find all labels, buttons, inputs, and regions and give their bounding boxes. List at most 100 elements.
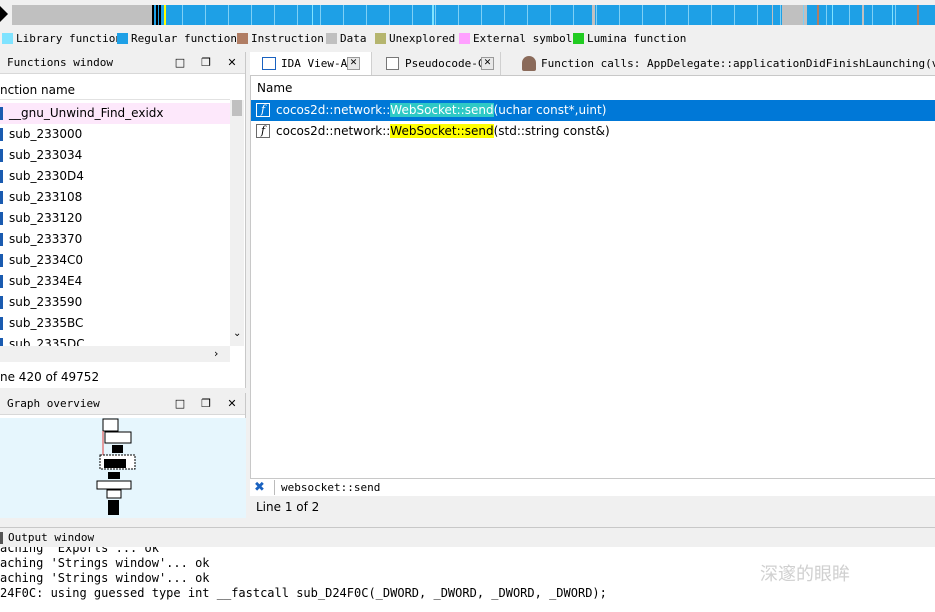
function-list-item[interactable]: sub_233120 (0, 208, 230, 229)
function-icon (0, 275, 3, 288)
nav-segment (312, 5, 313, 25)
result-row[interactable]: f cocos2d::network::WebSocket::send(ucha… (251, 100, 935, 121)
function-icon (0, 107, 3, 120)
nav-tick (458, 5, 459, 25)
nav-tick (320, 5, 321, 25)
function-icon: f (256, 103, 270, 117)
nav-tick (665, 5, 666, 25)
nav-tick (481, 5, 482, 25)
nav-tick (596, 5, 597, 25)
function-name: sub_2335BC (9, 316, 84, 330)
close-icon[interactable]: ✕ (224, 396, 240, 412)
nav-segment (772, 5, 773, 25)
function-list-item[interactable]: sub_2334E4 (0, 271, 230, 292)
legend-swatch-icon (326, 33, 337, 44)
function-list-item[interactable]: sub_2334C0 (0, 250, 230, 271)
restore-icon[interactable]: ❐ (198, 396, 214, 412)
nav-segment (817, 5, 819, 25)
name-suffix: (uchar const*,uint) (493, 103, 607, 117)
legend-label: External symbol (473, 32, 573, 45)
nav-tick (895, 5, 896, 25)
nav-tick (527, 5, 528, 25)
function-icon (0, 191, 3, 204)
nav-tick (389, 5, 390, 25)
function-list-item[interactable]: sub_2335BC (0, 313, 230, 334)
column-label: Name (257, 81, 293, 95)
nav-tick (803, 5, 804, 25)
legend-label: Instruction (251, 32, 324, 45)
close-icon[interactable]: ✕ (481, 57, 494, 70)
legend-label: Unexplored (389, 32, 456, 45)
function-list-item[interactable]: sub_2335DC (0, 334, 230, 346)
clear-search-icon[interactable]: ✖ (254, 480, 265, 495)
function-name: sub_233034 (9, 148, 83, 162)
result-row[interactable]: f cocos2d::network::WebSocket::send(std:… (251, 121, 935, 142)
function-list-item[interactable]: sub_233000 (0, 124, 230, 145)
function-name: sub_233370 (9, 232, 83, 246)
function-icon (0, 128, 3, 141)
output-icon (0, 532, 3, 544)
name-prefix: cocos2d::network:: (276, 124, 391, 138)
nav-tick (826, 5, 827, 25)
output-line: aching 'Strings window'... ok (0, 556, 210, 570)
function-icon (0, 317, 3, 330)
function-list-item[interactable]: sub_233108 (0, 187, 230, 208)
legend-swatch-icon (573, 33, 584, 44)
tab-ida-view-a[interactable]: IDA View-A ✕ (250, 52, 372, 75)
nav-tick (251, 5, 252, 25)
nav-tick (849, 5, 850, 25)
nav-segment (892, 5, 893, 25)
close-icon[interactable]: ✕ (347, 57, 360, 70)
function-icon (0, 254, 3, 267)
tab-label: Pseudocode-C (405, 57, 485, 70)
chevron-right-icon[interactable]: › (214, 347, 218, 360)
nav-segment (432, 5, 434, 25)
function-icon (0, 149, 3, 162)
graph-overview-titlebar[interactable]: Graph overview □ ❐ ✕ (0, 393, 245, 415)
function-list-item[interactable]: sub_233370 (0, 229, 230, 250)
function-name: sub_2335DC (9, 337, 85, 346)
function-list-item[interactable]: sub_233034 (0, 145, 230, 166)
ida-view-icon (262, 57, 276, 70)
function-list-item[interactable]: sub_2330D4 (0, 166, 230, 187)
nav-tick (550, 5, 551, 25)
function-icon (0, 233, 3, 246)
output-line: aching 'Strings window'... ok (0, 571, 210, 585)
function-list-item[interactable]: sub_233590 (0, 292, 230, 313)
graph-overview-canvas[interactable] (0, 418, 246, 518)
output-window-titlebar[interactable]: Output window (0, 527, 935, 547)
search-input[interactable]: websocket::send (274, 480, 694, 495)
function-name: sub_2334C0 (9, 253, 84, 267)
function-list: __gnu_Unwind_Find_exidx sub_233000 sub_233… (0, 0, 230, 346)
nav-tick (757, 5, 758, 25)
tab-function-calls[interactable]: Function calls: AppDelegate::application… (503, 52, 935, 75)
chevron-down-icon[interactable]: ⌄ (233, 328, 241, 339)
nav-segment (917, 5, 919, 25)
function-icon (0, 170, 3, 183)
tab-pseudocode-c[interactable]: Pseudocode-C ✕ (374, 52, 501, 75)
minimize-icon[interactable]: □ (172, 396, 188, 412)
name-match-highlight: WebSocket::send (390, 124, 494, 138)
graph-mini-map (96, 418, 136, 515)
legend-label: Data (340, 32, 367, 45)
function-icon (0, 296, 3, 309)
function-list-item[interactable]: __gnu_Unwind_Find_exidx (0, 103, 230, 124)
result-name: cocos2d::network::WebSocket::send(std::s… (276, 124, 610, 138)
nav-segment (862, 5, 864, 25)
function-name: sub_2330D4 (9, 169, 84, 183)
tab-label: IDA View-A (281, 57, 348, 70)
name-column-header[interactable]: Name (251, 78, 935, 98)
output-window-title: Output window (8, 531, 95, 544)
nav-segment (592, 5, 595, 25)
functions-vscrollbar[interactable]: ⌄ (230, 100, 244, 346)
function-icon (0, 338, 3, 346)
name-suffix: (std::string const&) (493, 124, 610, 138)
function-calls-icon (522, 56, 536, 71)
functions-hscrollbar[interactable]: › (0, 346, 230, 362)
output-line: 24F0C: using guessed type int __fastcall… (0, 586, 607, 600)
tab-bar: IDA View-A ✕ Pseudocode-C ✕ Function cal… (250, 52, 935, 76)
scroll-thumb[interactable] (232, 100, 242, 116)
function-name: sub_233120 (9, 211, 83, 225)
legend-swatch-icon (375, 33, 386, 44)
nav-tick (711, 5, 712, 25)
